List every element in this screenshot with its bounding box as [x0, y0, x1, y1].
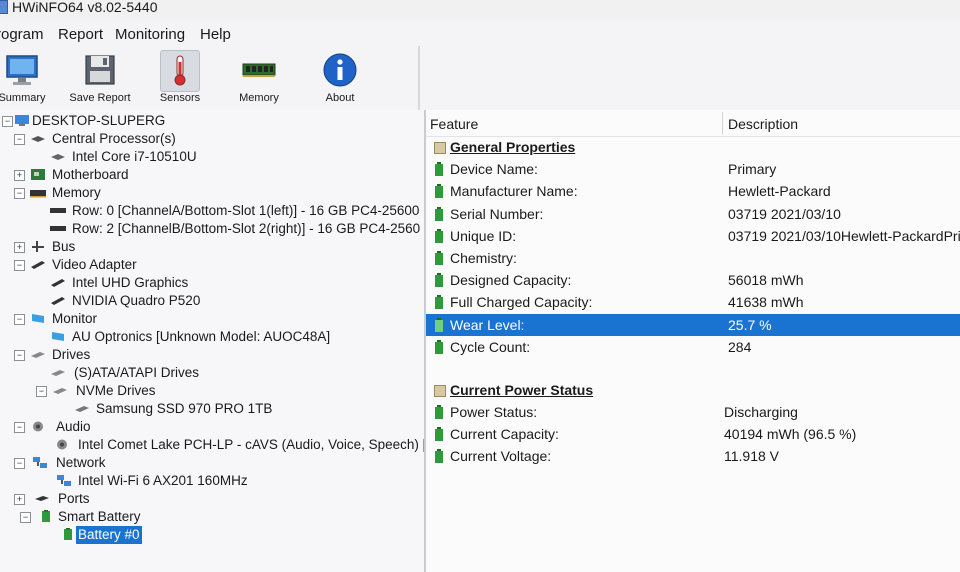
detail-row-selected[interactable]: Wear Level: 25.7 %	[426, 314, 960, 336]
battery-icon	[435, 449, 443, 463]
detail-row[interactable]: Manufacturer Name: Hewlett-Packard	[426, 180, 960, 202]
monitor-icon	[52, 332, 64, 341]
cpu-icon	[31, 136, 45, 142]
section-current-power-status[interactable]: Current Power Status	[426, 379, 960, 401]
detail-row[interactable]: Cycle Count: 284	[426, 336, 960, 358]
collapse-icon[interactable]: −	[14, 134, 25, 145]
summary-label: Summary	[0, 92, 46, 104]
app-icon	[0, 0, 8, 14]
battery-icon	[435, 184, 443, 198]
details-header: Feature Description	[426, 110, 960, 137]
ssd-icon	[75, 406, 89, 412]
battery-icon	[435, 427, 443, 441]
drive-icon	[53, 388, 67, 394]
battery-icon	[42, 510, 50, 522]
floppy-disk-icon	[85, 55, 115, 85]
collapse-icon[interactable]: −	[36, 386, 47, 397]
summary-button[interactable]: Summary	[0, 46, 62, 110]
memory-module-icon	[242, 63, 276, 77]
gpu-icon	[31, 261, 45, 269]
gpu-card-icon	[51, 279, 65, 287]
collapse-icon[interactable]: −	[14, 314, 25, 325]
sensors-button[interactable]: Sensors	[140, 46, 220, 110]
collapse-icon[interactable]: −	[14, 422, 25, 433]
detail-row[interactable]: Current Capacity: 40194 mWh (96.5 %)	[426, 423, 960, 445]
speaker-icon	[57, 439, 67, 450]
monitor-icon	[32, 314, 44, 323]
about-label: About	[325, 92, 355, 104]
expand-icon[interactable]: +	[14, 170, 25, 181]
detail-row[interactable]: Device Name: Primary	[426, 158, 960, 180]
network-icon	[57, 475, 71, 486]
about-button[interactable]: About	[300, 46, 380, 110]
port-icon	[35, 496, 49, 501]
battery-icon	[435, 340, 443, 354]
expand-icon[interactable]: +	[14, 242, 25, 253]
collapse-icon[interactable]: −	[14, 458, 25, 469]
menu-program[interactable]: rogram	[0, 26, 44, 43]
detail-row[interactable]: Full Charged Capacity: 41638 mWh	[426, 291, 960, 313]
detail-row[interactable]: Serial Number: 03719 2021/03/10	[426, 203, 960, 225]
toolbar-separator	[418, 46, 420, 110]
computer-icon	[15, 115, 29, 126]
battery-icon	[435, 162, 443, 176]
battery-icon	[435, 207, 443, 221]
detail-row[interactable]: Designed Capacity: 56018 mWh	[426, 269, 960, 291]
battery-icon	[435, 405, 443, 419]
detail-row[interactable]: Power Status: Discharging	[426, 401, 960, 423]
collapse-icon[interactable]: −	[14, 350, 25, 361]
speaker-icon	[33, 421, 43, 432]
menu-monitoring[interactable]: Monitoring	[115, 26, 185, 43]
cpu-chip-icon	[51, 154, 65, 160]
battery-icon	[435, 229, 443, 243]
battery-icon	[435, 318, 443, 332]
section-icon	[434, 142, 446, 154]
network-icon	[33, 457, 47, 468]
menu-report[interactable]: Report	[58, 26, 103, 43]
memory-stick-icon	[50, 226, 66, 231]
memory-label: Memory	[239, 92, 279, 104]
bus-icon	[32, 241, 44, 252]
description-column-header[interactable]: Description	[728, 116, 798, 132]
sensors-label: Sensors	[159, 92, 201, 104]
collapse-icon[interactable]: −	[14, 188, 25, 199]
memory-icon	[30, 190, 46, 198]
menu-help[interactable]: Help	[200, 26, 231, 43]
drive-icon	[51, 370, 65, 376]
thermometer-icon	[174, 55, 186, 86]
battery-icon	[435, 251, 443, 265]
memory-stick-icon	[50, 208, 66, 213]
details-panel[interactable]: Feature Description General Properties D…	[426, 110, 960, 572]
battery-icon	[64, 528, 72, 540]
detail-row[interactable]: Chemistry:	[426, 247, 960, 269]
section-general-properties[interactable]: General Properties	[426, 136, 960, 158]
battery-icon	[435, 295, 443, 309]
expand-icon[interactable]: +	[14, 494, 25, 505]
gpu-card-icon	[51, 297, 65, 305]
monitor-icon	[6, 55, 38, 85]
memory-button[interactable]: Memory	[219, 46, 299, 110]
feature-column-header[interactable]: Feature	[430, 116, 478, 132]
device-tree[interactable]: − DESKTOP-SLUPERG − Central Processor(s)…	[0, 110, 426, 572]
battery-icon	[435, 273, 443, 287]
info-icon	[323, 53, 357, 87]
menu-bar: rogram Report Monitoring Help	[0, 20, 960, 46]
save-report-label: Save Report	[69, 92, 131, 104]
detail-row[interactable]: Unique ID: 03719 2021/03/10Hewlett-Packa…	[426, 225, 960, 247]
column-separator[interactable]	[722, 112, 723, 134]
toolbar: Summary Save Report Sensors Memory About	[0, 46, 960, 111]
window-title: HWiNFO64 v8.02-5440	[12, 0, 158, 15]
drive-icon	[31, 352, 45, 358]
collapse-icon[interactable]: −	[20, 512, 31, 523]
detail-row[interactable]: Current Voltage: 11.918 V	[426, 445, 960, 467]
collapse-icon[interactable]: −	[2, 116, 13, 127]
motherboard-icon	[31, 169, 45, 180]
title-bar: HWiNFO64 v8.02-5440	[0, 0, 960, 20]
section-icon	[434, 385, 446, 397]
collapse-icon[interactable]: −	[14, 260, 25, 271]
save-report-button[interactable]: Save Report	[60, 46, 140, 110]
